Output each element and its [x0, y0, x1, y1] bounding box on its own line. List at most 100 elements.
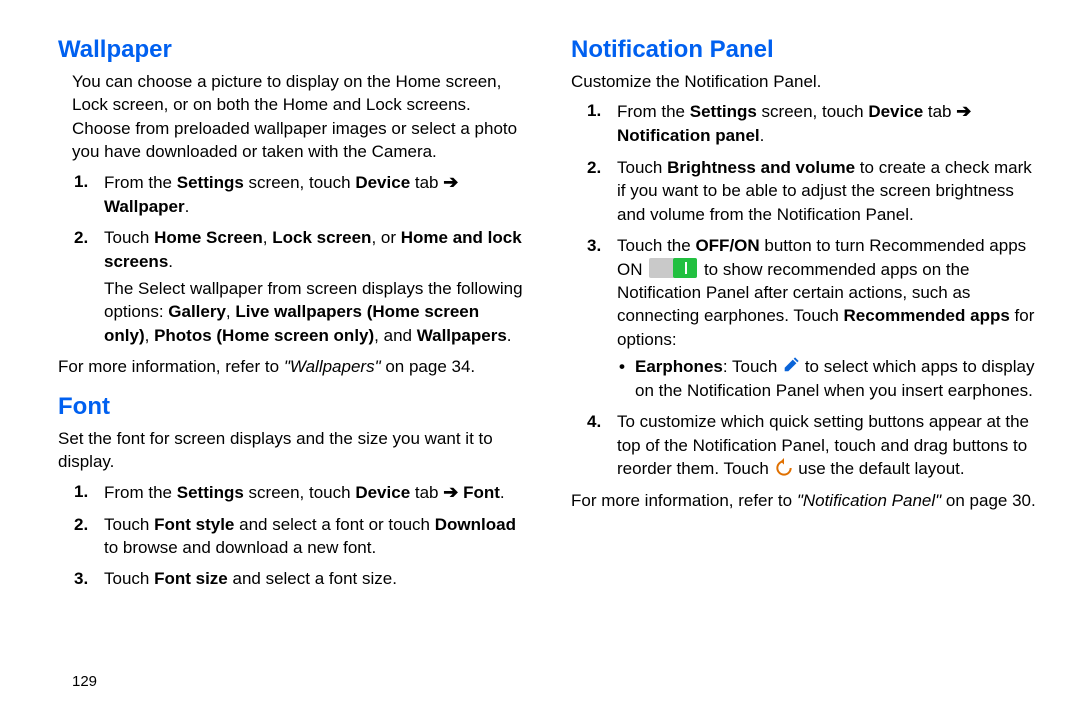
notif-more-info: For more information, refer to "Notifica… [571, 489, 1036, 512]
step-number: 3. [74, 567, 88, 590]
step-number: 1. [74, 480, 88, 503]
reset-icon [774, 458, 794, 478]
wallpaper-intro: You can choose a picture to display on t… [72, 70, 523, 164]
text: , [263, 228, 272, 247]
text: screen, touch [757, 102, 869, 121]
text-bold: Settings [177, 173, 244, 192]
text: screen, touch [244, 173, 356, 192]
text-bold: Brightness and volume [667, 158, 855, 177]
text: , [145, 326, 154, 345]
left-column: Wallpaper You can choose a picture to di… [58, 36, 523, 700]
text: From the [104, 173, 177, 192]
toggle-on-icon [649, 258, 697, 278]
notif-intro: Customize the Notification Panel. [571, 70, 1036, 93]
text: . [760, 126, 765, 145]
text: . [500, 483, 505, 502]
notif-step-3: 3. Touch the OFF/ON button to turn Recom… [571, 234, 1036, 402]
text-bold: Earphones [635, 357, 723, 376]
text: . [168, 252, 173, 271]
text: on page 34. [381, 357, 476, 376]
font-step-3: 3. Touch Font size and select a font siz… [58, 567, 523, 590]
arrow-icon: ➔ [956, 99, 971, 124]
text: , [226, 302, 235, 321]
step-number: 2. [74, 226, 88, 249]
font-step-2: 2. Touch Font style and select a font or… [58, 513, 523, 560]
text-bold: Device [355, 173, 410, 192]
text-bold: Device [868, 102, 923, 121]
text-bold: Download [435, 515, 516, 534]
text-bold: Recommended apps [844, 306, 1010, 325]
text-bold: Notification panel [617, 126, 760, 145]
text: , and [374, 326, 417, 345]
notif-step-4: 4. To customize which quick setting butt… [571, 410, 1036, 480]
text-bold: Font [463, 483, 500, 502]
text-bold: Gallery [168, 302, 226, 321]
arrow-icon: ➔ [443, 480, 458, 505]
wallpaper-step-1: 1. From the Settings screen, touch Devic… [58, 170, 523, 218]
text: tab [923, 102, 956, 121]
font-step-1: 1. From the Settings screen, touch Devic… [58, 480, 523, 505]
text-bold: Font style [154, 515, 234, 534]
text-bold: Device [355, 483, 410, 502]
text: For more information, refer to [571, 491, 797, 510]
notif-step-3-bullet: • Earphones: Touch to select which apps … [617, 355, 1036, 402]
step-number: 2. [587, 156, 601, 179]
text-bold: OFF/ON [695, 236, 759, 255]
text: For more information, refer to [58, 357, 284, 376]
notif-steps: 1. From the Settings screen, touch Devic… [571, 99, 1036, 480]
text-bold: Lock screen [272, 228, 371, 247]
text: , or [371, 228, 400, 247]
arrow-icon: ➔ [443, 170, 458, 195]
text: Touch [104, 228, 154, 247]
text-bold: Photos (Home screen only) [154, 326, 374, 345]
text: tab [410, 173, 443, 192]
text: . [185, 197, 190, 216]
text-italic: "Notification Panel" [797, 491, 941, 510]
manual-page: Wallpaper You can choose a picture to di… [0, 0, 1080, 720]
text-bold: Settings [177, 483, 244, 502]
bullet-icon: • [619, 355, 625, 378]
heading-wallpaper: Wallpaper [58, 36, 523, 64]
text: From the [617, 102, 690, 121]
step-extra: The Select wallpaper from screen display… [104, 277, 523, 347]
text: Touch the [617, 236, 695, 255]
text: screen, touch [244, 483, 356, 502]
step-text: From the Settings screen, touch Device t… [617, 99, 1036, 147]
text: to browse and download a new font. [104, 538, 376, 557]
pencil-icon [782, 356, 800, 374]
wallpaper-step-2: 2. Touch Home Screen, Lock screen, or Ho… [58, 226, 523, 347]
text-bold: Home Screen [154, 228, 263, 247]
step-text: Touch Font style and select a font or to… [104, 513, 523, 560]
text: : Touch [723, 357, 782, 376]
step-number: 1. [74, 170, 88, 193]
text-bold: Wallpaper [104, 197, 185, 216]
text: . [507, 326, 512, 345]
text: and select a font or touch [234, 515, 434, 534]
text: From the [104, 483, 177, 502]
step-text: From the Settings screen, touch Device t… [104, 170, 523, 218]
step-text: Touch Brightness and volume to create a … [617, 156, 1036, 226]
text: Touch [104, 515, 154, 534]
text-bold: Wallpapers [417, 326, 507, 345]
wallpaper-steps: 1. From the Settings screen, touch Devic… [58, 170, 523, 348]
text-italic: "Wallpapers" [284, 357, 381, 376]
text-bold: Font size [154, 569, 228, 588]
step-text: Touch Home Screen, Lock screen, or Home … [104, 226, 523, 273]
text: Touch [104, 569, 154, 588]
right-column: Notification Panel Customize the Notific… [571, 36, 1036, 700]
page-number: 129 [72, 673, 97, 690]
heading-notification-panel: Notification Panel [571, 36, 1036, 64]
font-intro: Set the font for screen displays and the… [58, 427, 523, 474]
text: and select a font size. [228, 569, 397, 588]
step-text: To customize which quick setting buttons… [617, 410, 1036, 480]
step-number: 1. [587, 99, 601, 122]
step-number: 2. [74, 513, 88, 536]
text: tab [410, 483, 443, 502]
text: on page 30. [941, 491, 1036, 510]
notif-step-2: 2. Touch Brightness and volume to create… [571, 156, 1036, 226]
heading-font: Font [58, 393, 523, 421]
text: use the default layout. [794, 459, 965, 478]
text: Touch [617, 158, 667, 177]
font-steps: 1. From the Settings screen, touch Devic… [58, 480, 523, 591]
wallpaper-more-info: For more information, refer to "Wallpape… [58, 355, 523, 378]
